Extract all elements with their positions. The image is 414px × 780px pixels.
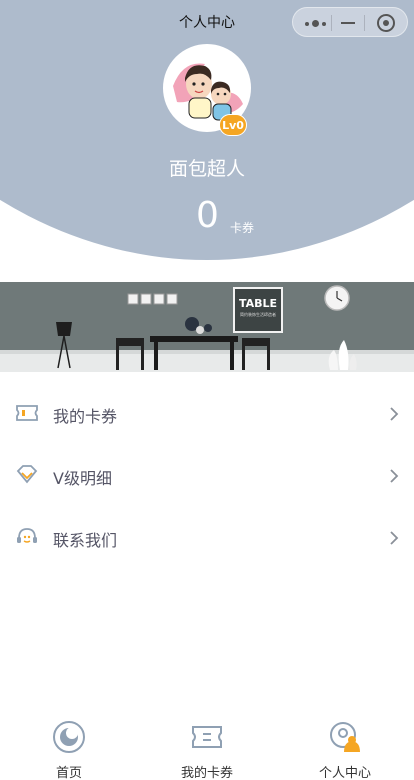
menu-label: 我的卡券 xyxy=(53,407,118,426)
home-icon xyxy=(53,721,85,753)
ticket-icon xyxy=(16,405,38,421)
tab-home[interactable]: 首页 xyxy=(0,712,138,780)
tab-label: 个人中心 xyxy=(318,766,371,780)
tab-profile[interactable]: 个人中心 xyxy=(276,712,414,780)
menu-label: 联系我们 xyxy=(53,531,118,550)
capsule-divider xyxy=(364,15,365,31)
menu-label: V级明细 xyxy=(53,469,112,488)
headset-icon xyxy=(17,528,37,543)
diamond-icon xyxy=(16,465,38,484)
chevron-right-icon xyxy=(390,407,399,421)
mini-program-capsule[interactable] xyxy=(292,7,408,37)
user-nickname: 面包超人 xyxy=(168,158,245,180)
tab-label: 我的卡券 xyxy=(180,766,233,780)
chevron-right-icon xyxy=(390,531,399,545)
promo-banner[interactable]: TABLE 简约装饰生活缔造者 xyxy=(0,282,414,372)
banner-image: TABLE 简约装饰生活缔造者 xyxy=(0,282,414,372)
bottom-tab-bar: 首页 我的卡券 个人中心 xyxy=(0,712,414,780)
target-icon[interactable] xyxy=(377,14,395,32)
capsule-divider xyxy=(331,15,332,31)
chevron-right-icon xyxy=(390,469,399,483)
coupon-count-label: 卡券 xyxy=(230,221,255,235)
tab-my-coupons[interactable]: 我的卡券 xyxy=(138,712,276,780)
minimize-icon[interactable] xyxy=(341,22,355,24)
menu-item-my-coupons[interactable]: 我的卡券 xyxy=(0,382,414,444)
coupon-icon xyxy=(192,726,222,748)
level-badge: Lv0 xyxy=(219,114,247,136)
profile-menu: 我的卡券 V级明细 联系我们 xyxy=(0,382,414,568)
banner-sign-subtext: 简约装饰生活缔造者 xyxy=(240,311,276,317)
tab-label: 首页 xyxy=(55,766,82,780)
menu-item-v-level[interactable]: V级明细 xyxy=(0,444,414,506)
more-dots-icon[interactable] xyxy=(305,20,331,27)
profile-header xyxy=(0,0,414,282)
coupon-count[interactable]: 0 xyxy=(196,194,219,238)
menu-item-contact-us[interactable]: 联系我们 xyxy=(0,506,414,568)
profile-icon xyxy=(330,722,360,752)
banner-sign-text: TABLE xyxy=(239,297,277,310)
